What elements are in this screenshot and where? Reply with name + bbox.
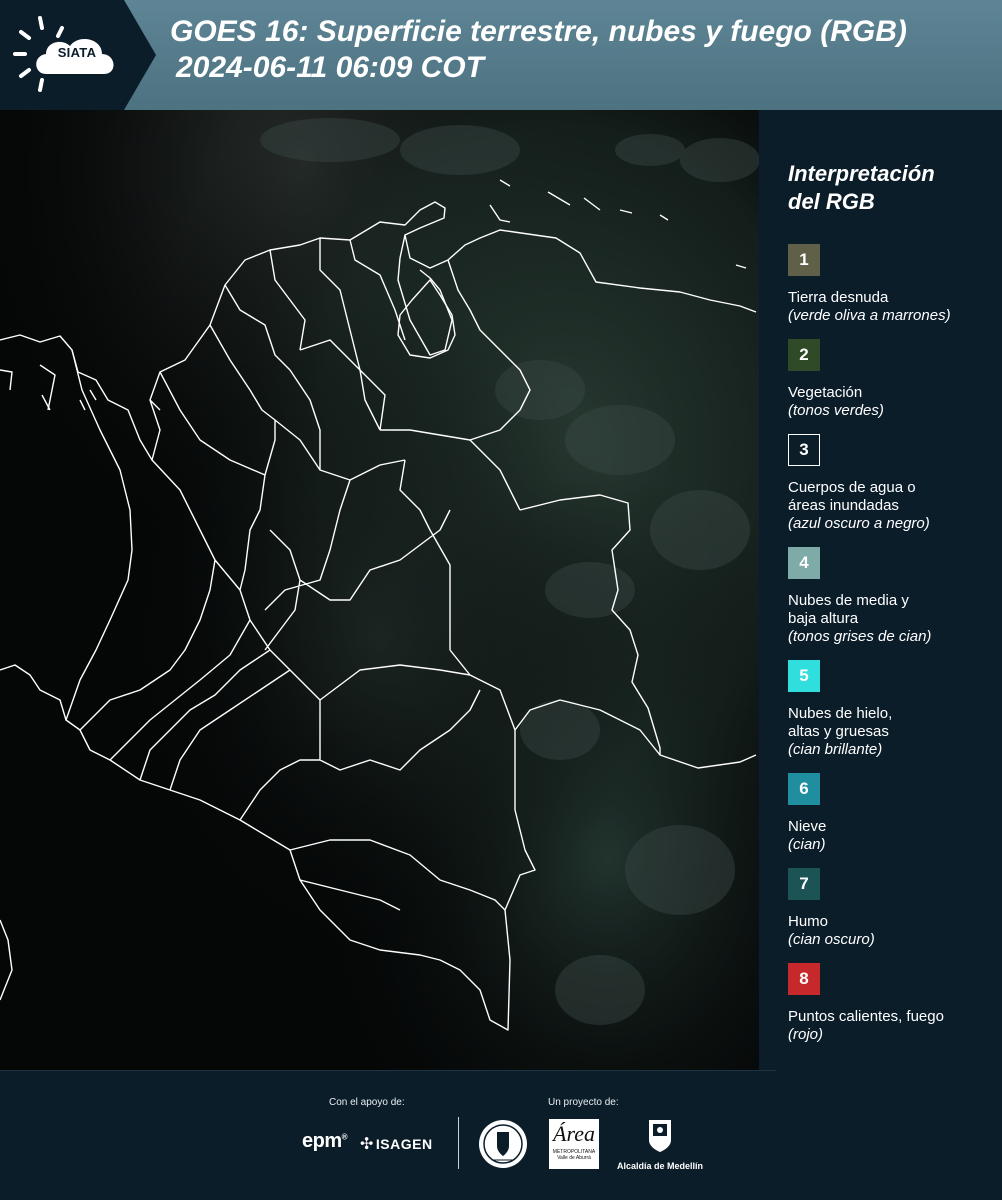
isagen-logo-text: ISAGEN — [375, 1136, 433, 1152]
page-title: GOES 16: Superficie terrestre, nubes y f… — [170, 14, 907, 86]
legend-label: Nubes de media y — [788, 592, 909, 609]
isagen-mark-icon: ✣ — [360, 1136, 374, 1153]
legend-title: Interpretación del RGB — [788, 160, 998, 216]
legend-items: 1 Tierra desnuda (verde oliva a marrones) 2… — [788, 244, 998, 1044]
epm-logo: epm® — [302, 1130, 348, 1152]
isagen-logo: ✣ ISAGEN — [360, 1134, 433, 1154]
support-label: Con el apoyo de: — [329, 1097, 405, 1108]
title-timestamp: 2024-06-11 06:09 COT — [176, 51, 484, 84]
legend-label: Vegetación — [788, 384, 863, 401]
legend-item: 2 Vegetación (tonos verdes) — [788, 339, 998, 420]
legend-item: 3 Cuerpos de agua o áreas inundadas (azul o… — [788, 434, 998, 533]
map-canvas — [0, 110, 759, 1070]
medellin-seal-icon — [479, 1120, 527, 1168]
siata-logo-text: SIATA — [57, 45, 97, 60]
project-label: Un proyecto de: — [548, 1097, 619, 1108]
legend-note: (verde oliva a marrones) — [788, 307, 951, 324]
legend-label: Nieve — [788, 818, 827, 835]
legend-swatch: 3 — [788, 434, 820, 466]
legend-note: (cian brillante) — [788, 741, 883, 758]
legend-item: 8 Puntos calientes, fuego (rojo) — [788, 963, 998, 1044]
legend-label-continued: baja altura — [788, 610, 859, 627]
legend-note: (rojo) — [788, 1026, 824, 1043]
legend-title-line2: del RGB — [788, 189, 875, 214]
legend-item: 1 Tierra desnuda (verde oliva a marrones) — [788, 244, 998, 325]
legend-note: (cian oscuro) — [788, 931, 875, 948]
satellite-map[interactable] — [0, 110, 759, 1070]
area-metropolitana-logo: Área METROPOLITANA Valle de Aburrá — [549, 1119, 599, 1169]
alcaldia-label: Alcaldía de Medellín — [616, 1161, 704, 1171]
epm-logo-text: epm — [302, 1130, 342, 1152]
legend-label: Cuerpos de agua o — [788, 479, 916, 496]
legend-label-continued: áreas inundadas — [788, 497, 899, 514]
legend-item: 4 Nubes de media y baja altura (tonos grise… — [788, 547, 998, 646]
area-logo-name: Área — [553, 1121, 595, 1146]
legend-swatch: 5 — [788, 660, 820, 692]
title-product: GOES 16: Superficie terrestre, nubes y f… — [170, 15, 907, 48]
footer-divider-line — [0, 1070, 776, 1071]
legend-swatch: 8 — [788, 963, 820, 995]
alcaldia-shield-icon — [649, 1120, 671, 1152]
legend-label-continued: altas y gruesas — [788, 723, 889, 740]
legend-label: Humo — [788, 913, 829, 930]
legend-note: (azul oscuro a negro) — [788, 515, 930, 532]
legend-label: Nubes de hielo, — [788, 705, 893, 722]
footer-vertical-divider — [458, 1117, 459, 1169]
legend-label: Puntos calientes, fuego — [788, 1008, 944, 1025]
rgb-legend: Interpretación del RGB 1 Tierra desnuda (v… — [788, 160, 998, 1058]
legend-swatch: 6 — [788, 773, 820, 805]
legend-note: (cian) — [788, 836, 826, 853]
header: SIATA GOES 16: Superficie terrestre, nub… — [0, 0, 1002, 110]
alcaldia-medellin-logo: Alcaldía de Medellín — [610, 1118, 710, 1171]
legend-swatch: 1 — [788, 244, 820, 276]
legend-swatch: 7 — [788, 868, 820, 900]
legend-label: Tierra desnuda — [788, 289, 889, 306]
legend-note: (tonos verdes) — [788, 402, 884, 419]
legend-swatch: 2 — [788, 339, 820, 371]
legend-item: 7 Humo (cian oscuro) — [788, 868, 998, 949]
legend-item: 6 Nieve (cian) — [788, 773, 998, 854]
legend-title-line1: Interpretación — [788, 161, 935, 186]
legend-note: (tonos grises de cian) — [788, 628, 932, 645]
legend-swatch: 4 — [788, 547, 820, 579]
legend-item: 5 Nubes de hielo, altas y gruesas (cian bri… — [788, 660, 998, 759]
area-logo-sub2: Valle de Aburrá — [557, 1155, 591, 1161]
